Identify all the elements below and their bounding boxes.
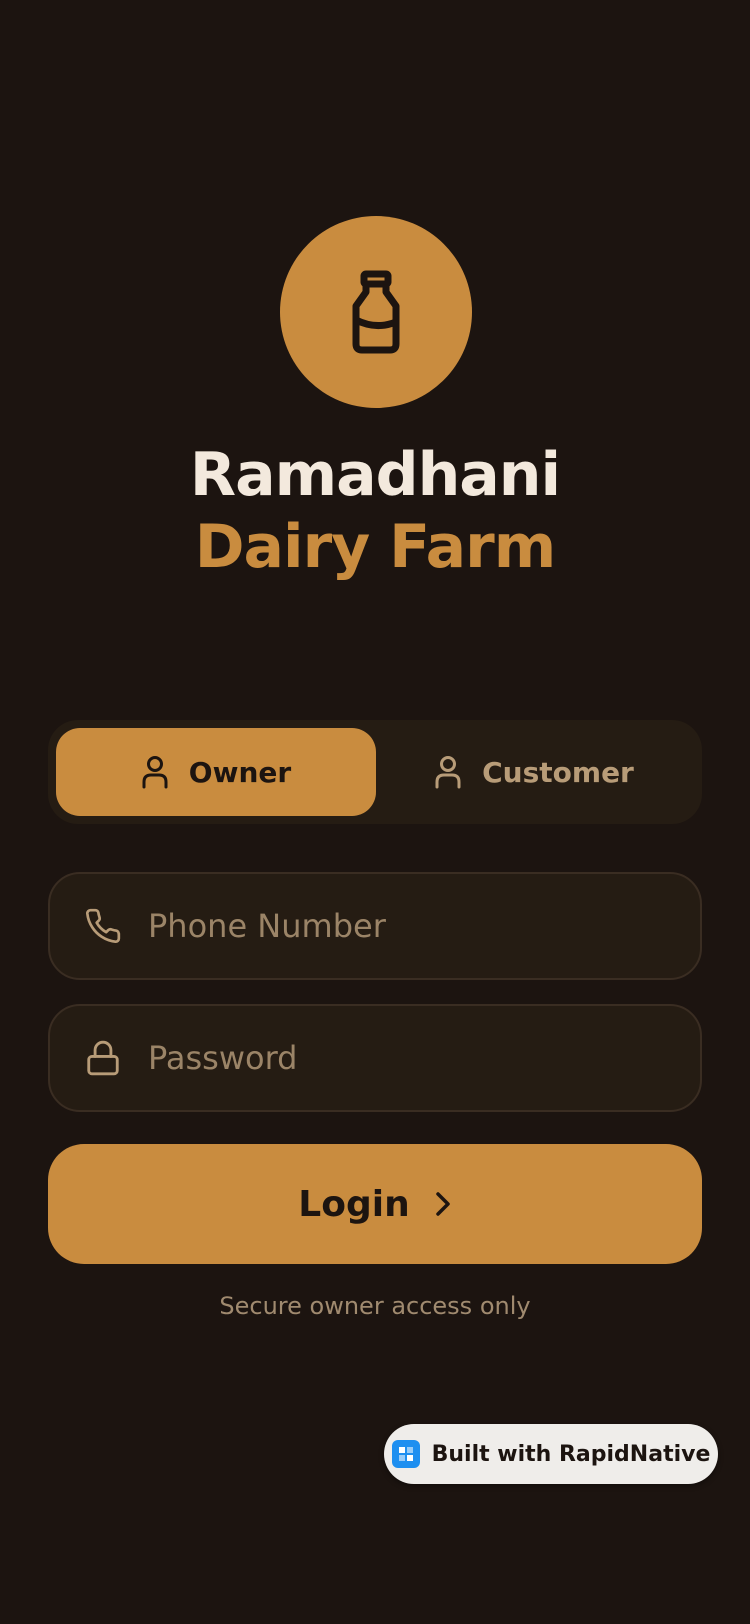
app-title-line1: Ramadhani <box>189 440 561 510</box>
password-input[interactable] <box>146 1038 650 1078</box>
login-screen: Ramadhani Dairy Farm Owner Customer Phon… <box>0 0 750 1624</box>
login-button[interactable]: Login <box>48 1144 702 1264</box>
user-icon <box>435 756 461 789</box>
role-owner-tab[interactable]: Owner <box>56 728 376 816</box>
role-customer-label: Customer <box>482 755 634 789</box>
password-field[interactable] <box>48 1004 702 1112</box>
phone-input[interactable] <box>146 906 650 946</box>
role-toggle: Owner Customer <box>48 720 702 824</box>
phone-field[interactable] <box>48 872 702 980</box>
security-note: Secure owner access only <box>219 1292 531 1320</box>
role-owner-label: Owner <box>188 755 292 789</box>
logo <box>280 216 472 408</box>
app-title-line2: Dairy Farm <box>194 512 557 582</box>
phone-icon <box>84 907 122 945</box>
chevron-right-icon <box>435 1192 450 1216</box>
milk-bottle-icon <box>352 270 400 354</box>
login-button-label: Login <box>298 1183 410 1225</box>
built-with-label: Built with RapidNative <box>431 1441 711 1467</box>
lock-icon <box>84 1039 122 1077</box>
role-customer-tab[interactable]: Customer <box>374 728 694 816</box>
built-with-badge[interactable]: Built with RapidNative <box>384 1424 718 1484</box>
rapidnative-logo-icon <box>391 1440 420 1468</box>
user-icon <box>142 756 168 789</box>
